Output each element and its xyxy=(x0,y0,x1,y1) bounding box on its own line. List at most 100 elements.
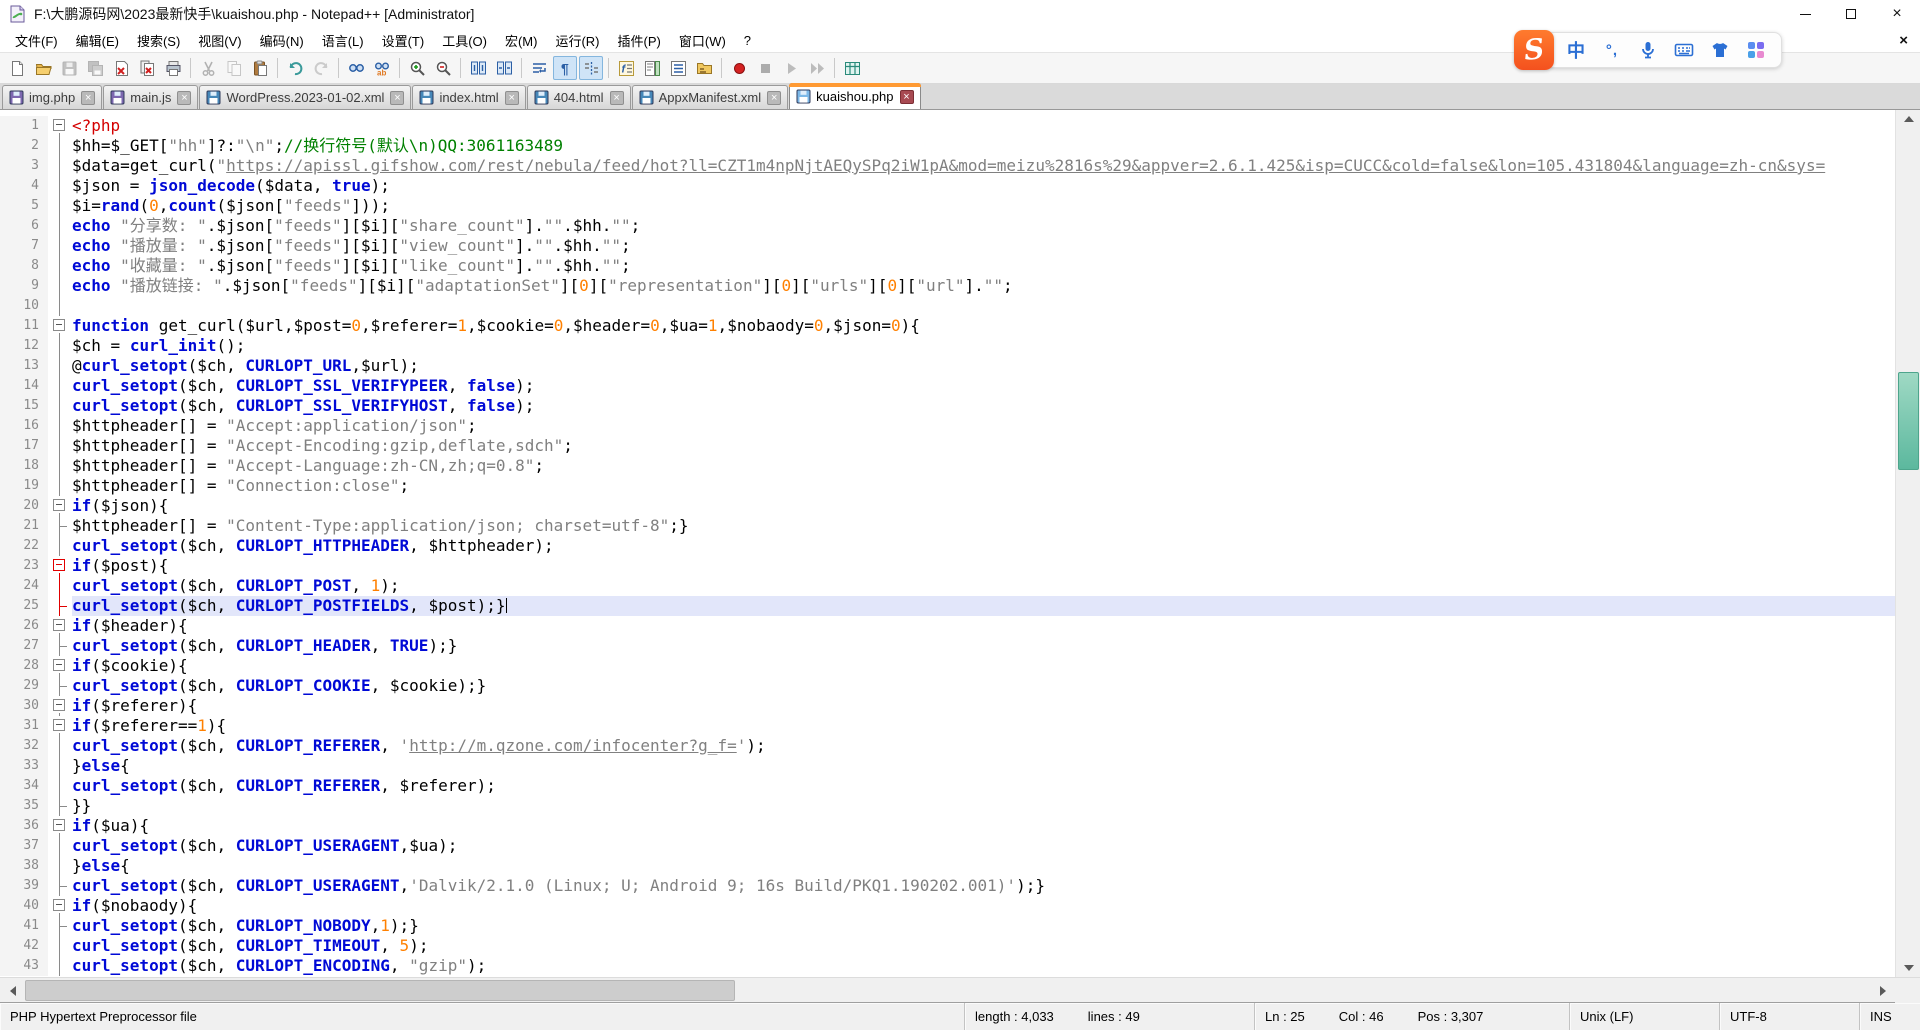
code-text[interactable]: }else{ xyxy=(72,856,1895,876)
menu-item-0[interactable]: 文件(F) xyxy=(6,28,67,53)
fold-collapse-icon[interactable] xyxy=(48,696,72,716)
close-icon[interactable]: × xyxy=(390,91,404,105)
close-icon[interactable]: × xyxy=(505,91,519,105)
open-folder-icon[interactable] xyxy=(31,56,55,80)
scroll-down-icon[interactable] xyxy=(1896,959,1920,977)
replace-icon[interactable]: ab xyxy=(370,56,394,80)
code-text[interactable]: $data=get_curl("https://apissl.gifshow.c… xyxy=(72,156,1895,176)
fold-collapse-icon[interactable] xyxy=(48,816,72,836)
close-icon[interactable]: × xyxy=(81,91,95,105)
code-text[interactable]: }} xyxy=(72,796,1895,816)
show-all-characters-icon[interactable]: ¶ xyxy=(553,56,577,80)
skin-icon[interactable] xyxy=(1709,39,1731,61)
paste-icon[interactable] xyxy=(248,56,272,80)
code-text[interactable]: $hh=$_GET["hh"]?:"\n";//换行符号(默认\n)QQ:306… xyxy=(72,136,1895,156)
tab-kuaishou.php[interactable]: kuaishou.php× xyxy=(789,83,920,109)
menu-item-1[interactable]: 编辑(E) xyxy=(67,28,128,53)
code-text[interactable]: curl_setopt($ch, CURLOPT_USERAGENT,'Dalv… xyxy=(72,876,1895,896)
menu-item-3[interactable]: 视图(V) xyxy=(189,28,250,53)
function-list-icon[interactable]: f xyxy=(614,56,638,80)
code-text[interactable]: if($referer){ xyxy=(72,696,1895,716)
fold-collapse-icon[interactable] xyxy=(48,616,72,636)
menu-item-10[interactable]: 插件(P) xyxy=(609,28,670,53)
code-text[interactable] xyxy=(72,296,1895,316)
sync-horizontal-icon[interactable] xyxy=(492,56,516,80)
scroll-right-icon[interactable] xyxy=(1870,978,1895,1003)
maximize-button[interactable] xyxy=(1828,0,1874,28)
code-text[interactable]: curl_setopt($ch, CURLOPT_POSTFIELDS, $po… xyxy=(72,596,1895,616)
code-text[interactable]: curl_setopt($ch, CURLOPT_REFERER, $refer… xyxy=(72,776,1895,796)
record-macro-icon[interactable] xyxy=(727,56,751,80)
menu-item-7[interactable]: 工具(O) xyxy=(433,28,496,53)
code-text[interactable]: $httpheader[] = "Connection:close"; xyxy=(72,476,1895,496)
menu-item-4[interactable]: 编码(N) xyxy=(251,28,313,53)
code-text[interactable]: $httpheader[] = "Content-Type:applicatio… xyxy=(72,516,1895,536)
status-eol-format[interactable]: Unix (LF) xyxy=(1570,1003,1720,1030)
code-text[interactable]: echo "分享数: ".$json["feeds"][$i]["share_c… xyxy=(72,216,1895,236)
code-text[interactable]: echo "播放链接: ".$json["feeds"][$i]["adapta… xyxy=(72,276,1895,296)
fold-collapse-icon[interactable] xyxy=(48,716,72,736)
tab-img.php[interactable]: img.php× xyxy=(2,85,102,109)
tab-main.js[interactable]: main.js× xyxy=(103,85,198,109)
toolbox-icon[interactable] xyxy=(1745,39,1767,61)
document-map-icon[interactable] xyxy=(640,56,664,80)
word-wrap-icon[interactable] xyxy=(527,56,551,80)
undo-icon[interactable] xyxy=(283,56,307,80)
code-text[interactable]: if($json){ xyxy=(72,496,1895,516)
code-area[interactable]: 1<?php2$hh=$_GET["hh"]?:"\n";//换行符号(默认\n… xyxy=(0,110,1895,977)
code-text[interactable]: curl_setopt($ch, CURLOPT_COOKIE, $cookie… xyxy=(72,676,1895,696)
document-list-icon[interactable] xyxy=(666,56,690,80)
code-text[interactable]: $httpheader[] = "Accept:application/json… xyxy=(72,416,1895,436)
code-text[interactable]: $i=rand(0,count($json["feeds"])); xyxy=(72,196,1895,216)
vertical-scrollbar[interactable] xyxy=(1895,110,1920,977)
punctuation-icon[interactable]: °, xyxy=(1601,39,1623,61)
tab-WordPress.2023-01-02.xml[interactable]: WordPress.2023-01-02.xml× xyxy=(199,85,411,109)
code-text[interactable]: $httpheader[] = "Accept-Language:zh-CN,z… xyxy=(72,456,1895,476)
close-button[interactable]: × xyxy=(1874,0,1920,28)
code-text[interactable]: $httpheader[] = "Accept-Encoding:gzip,de… xyxy=(72,436,1895,456)
code-text[interactable]: if($ua){ xyxy=(72,816,1895,836)
scroll-left-icon[interactable] xyxy=(0,978,25,1003)
menu-item-9[interactable]: 运行(R) xyxy=(546,28,608,53)
code-text[interactable]: $json = json_decode($data, true); xyxy=(72,176,1895,196)
code-text[interactable]: curl_setopt($ch, CURLOPT_HEADER, TRUE);} xyxy=(72,636,1895,656)
tab-index.html[interactable]: index.html× xyxy=(412,85,525,109)
code-text[interactable]: echo "收藏量: ".$json["feeds"][$i]["like_co… xyxy=(72,256,1895,276)
code-text[interactable]: if($cookie){ xyxy=(72,656,1895,676)
print-icon[interactable] xyxy=(161,56,185,80)
zoom-out-icon[interactable] xyxy=(431,56,455,80)
document-close-icon[interactable]: × xyxy=(1893,30,1914,51)
status-insert-mode[interactable]: INS xyxy=(1860,1003,1920,1030)
code-text[interactable]: curl_setopt($ch, CURLOPT_REFERER, 'http:… xyxy=(72,736,1895,756)
soft-keyboard-icon[interactable] xyxy=(1673,39,1695,61)
folder-workspace-icon[interactable] xyxy=(692,56,716,80)
code-text[interactable]: $ch = curl_init(); xyxy=(72,336,1895,356)
code-text[interactable]: curl_setopt($ch, CURLOPT_POST, 1); xyxy=(72,576,1895,596)
code-text[interactable]: curl_setopt($ch, CURLOPT_TIMEOUT, 5); xyxy=(72,936,1895,956)
menu-item-2[interactable]: 搜索(S) xyxy=(128,28,189,53)
close-icon[interactable]: × xyxy=(610,91,624,105)
sogou-logo-icon[interactable]: S xyxy=(1514,30,1554,70)
menu-item-12[interactable]: ? xyxy=(735,30,760,51)
scroll-up-icon[interactable] xyxy=(1896,110,1920,128)
horizontal-scrollbar[interactable] xyxy=(0,977,1920,1002)
code-text[interactable]: curl_setopt($ch, CURLOPT_HTTPHEADER, $ht… xyxy=(72,536,1895,556)
fold-collapse-icon[interactable] xyxy=(48,556,72,576)
voice-input-icon[interactable] xyxy=(1637,39,1659,61)
tab-404.html[interactable]: 404.html× xyxy=(527,85,631,109)
monitoring-icon[interactable] xyxy=(840,56,864,80)
menu-item-6[interactable]: 设置(T) xyxy=(373,28,434,53)
close-icon[interactable] xyxy=(109,56,133,80)
menu-item-11[interactable]: 窗口(W) xyxy=(670,28,735,53)
fold-collapse-icon[interactable] xyxy=(48,316,72,336)
code-text[interactable]: echo "播放量: ".$json["feeds"][$i]["view_co… xyxy=(72,236,1895,256)
close-all-icon[interactable] xyxy=(135,56,159,80)
code-text[interactable]: function get_curl($url,$post=0,$referer=… xyxy=(72,316,1895,336)
close-icon[interactable]: × xyxy=(900,90,914,104)
fold-collapse-icon[interactable] xyxy=(48,656,72,676)
code-text[interactable]: curl_setopt($ch, CURLOPT_NOBODY,1);} xyxy=(72,916,1895,936)
menu-item-5[interactable]: 语言(L) xyxy=(313,28,373,53)
status-encoding[interactable]: UTF-8 xyxy=(1720,1003,1860,1030)
code-text[interactable]: <?php xyxy=(72,116,1895,136)
code-text[interactable]: }else{ xyxy=(72,756,1895,776)
